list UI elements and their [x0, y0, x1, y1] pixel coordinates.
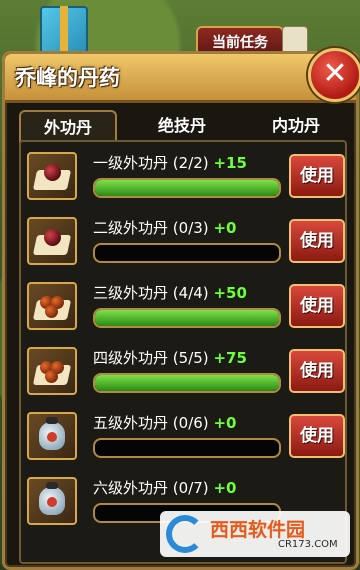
- pill-name-row: 四级外功丹 (5/5) +75: [93, 347, 247, 368]
- use-button[interactable]: 使用: [289, 154, 345, 198]
- gift-box-icon[interactable]: [40, 6, 88, 54]
- tab-bar: 外功丹 绝技丹 内功丹: [19, 110, 345, 144]
- pill-name-row: 六级外功丹 (0/7) +0: [93, 477, 236, 498]
- progress-bar: [93, 308, 281, 328]
- panel-title: 乔峰的丹药: [15, 66, 120, 90]
- panel-title-bar: 乔峰的丹药: [5, 54, 356, 103]
- progress-fill: [95, 375, 279, 391]
- pill-panel: 乔峰的丹药 ✕ 外功丹 绝技丹 内功丹 一级外功丹 (2/2) +15 使用 二…: [2, 48, 360, 570]
- use-button[interactable]: 使用: [289, 414, 345, 458]
- list-item: 五级外功丹 (0/6) +0 使用: [21, 404, 345, 466]
- potion-bottle-icon[interactable]: [27, 477, 77, 525]
- pill-name-row: 二级外功丹 (0/3) +0: [93, 217, 236, 238]
- pill-count: (0/6): [172, 414, 209, 432]
- pill-count: (2/2): [172, 154, 209, 172]
- use-button[interactable]: 使用: [289, 219, 345, 263]
- progress-fill: [95, 180, 279, 196]
- tab-skill-pill[interactable]: 绝技丹: [135, 110, 229, 142]
- single-red-pill-icon[interactable]: [27, 152, 77, 200]
- tab-outer-pill[interactable]: 外功丹: [19, 110, 117, 144]
- pill-name-row: 一级外功丹 (2/2) +15: [93, 152, 247, 173]
- pill-name: 五级外功丹: [93, 414, 169, 432]
- task-scroll-icon[interactable]: [282, 26, 308, 54]
- progress-bar: [93, 178, 281, 198]
- pill-count: (0/3): [172, 219, 209, 237]
- pill-name: 四级外功丹: [93, 349, 169, 367]
- pill-name: 一级外功丹: [93, 154, 169, 172]
- list-item: 三级外功丹 (4/4) +50 使用: [21, 274, 345, 336]
- list-item: 四级外功丹 (5/5) +75 使用: [21, 339, 345, 401]
- use-button[interactable]: 使用: [289, 284, 345, 328]
- pill-bonus: +50: [213, 284, 247, 302]
- pill-list: 一级外功丹 (2/2) +15 使用 二级外功丹 (0/3) +0 使用 三级外…: [19, 140, 347, 564]
- cr-logo-icon: [166, 515, 204, 553]
- progress-bar: [93, 373, 281, 393]
- watermark-brand: 西西软件园: [210, 519, 306, 541]
- pill-bonus: +0: [213, 479, 237, 497]
- potion-bottle-icon[interactable]: [27, 412, 77, 460]
- pill-name-row: 五级外功丹 (0/6) +0: [93, 412, 236, 433]
- pill-count: (0/7): [172, 479, 209, 497]
- tab-inner-pill[interactable]: 内功丹: [249, 110, 343, 142]
- list-item: 二级外功丹 (0/3) +0 使用: [21, 209, 345, 271]
- single-red-pill-icon[interactable]: [27, 217, 77, 265]
- progress-bar: [93, 243, 281, 263]
- pill-bonus: +75: [213, 349, 247, 367]
- triple-orange-pill-icon[interactable]: [27, 282, 77, 330]
- triple-orange-pill-icon[interactable]: [27, 347, 77, 395]
- pill-bonus: +0: [213, 219, 237, 237]
- close-button[interactable]: ✕: [308, 48, 360, 102]
- pill-name: 二级外功丹: [93, 219, 169, 237]
- progress-fill: [95, 310, 279, 326]
- pill-bonus: +15: [213, 154, 247, 172]
- pill-count: (5/5): [172, 349, 209, 367]
- pill-bonus: +0: [213, 414, 237, 432]
- watermark-domain: CR173.COM: [278, 539, 338, 550]
- pill-name: 六级外功丹: [93, 479, 169, 497]
- pill-count: (4/4): [172, 284, 209, 302]
- use-button[interactable]: 使用: [289, 349, 345, 393]
- progress-bar: [93, 438, 281, 458]
- list-item: 一级外功丹 (2/2) +15 使用: [21, 144, 345, 206]
- pill-name: 三级外功丹: [93, 284, 169, 302]
- pill-name-row: 三级外功丹 (4/4) +50: [93, 282, 247, 303]
- site-watermark: 西西软件园 CR173.COM: [160, 511, 350, 557]
